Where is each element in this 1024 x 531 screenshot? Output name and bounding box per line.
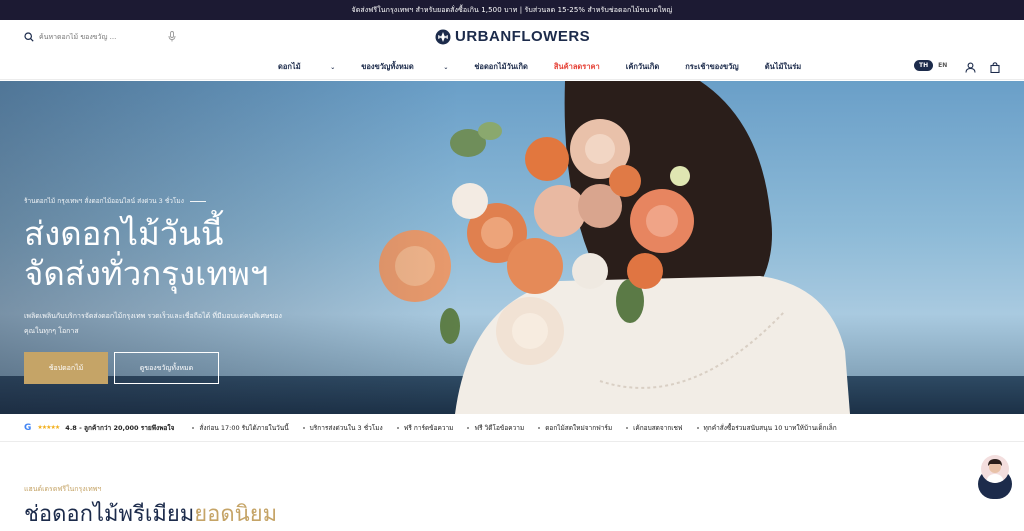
trust-feature: ฟรี วิดีโอข้อความ (467, 423, 524, 433)
trust-bar: G ★★★★★ 4.8 - ลูกค้ากว่า 20,000 รายพึงพอ… (0, 414, 1024, 442)
bullet-dot (467, 426, 470, 429)
logo-text: URBANFLOWERS (455, 28, 591, 45)
cart-icon[interactable] (990, 58, 1000, 77)
trust-feature: ดอกไม้สดใหม่จากฟาร์ม (538, 423, 612, 433)
announcement-text: จัดส่งฟรีในกรุงเทพฯ สำหรับยอดสั่งซื้อเกิ… (351, 5, 673, 14)
hero-description: เพลิดเพลินกับบริการจัดส่งดอกไม้กรุงเทพ ร… (24, 309, 284, 339)
hero-description-line-1: เพลิดเพลินกับบริการจัดส่งดอกไม้กรุงเทพ ร… (24, 312, 282, 320)
bullet-dot (396, 426, 399, 429)
chat-widget-button[interactable] (976, 455, 1014, 501)
subtitle-divider (189, 200, 206, 202)
hero-title: ส่งดอกไม้วันนี้ จัดส่งทั่วกรุงเทพฯ (24, 214, 268, 294)
search-input[interactable] (39, 33, 159, 41)
hero-subtitle: ร้านดอกไม้ กรุงเทพฯ สั่งดอกไม้ออนไลน์ ส่… (24, 196, 206, 206)
section-title-main: ช่อดอกไม้พรีเมียม (24, 502, 195, 527)
trust-feature-text: เค้กอบสดจากเชฟ (633, 423, 683, 432)
hero-subtitle-text: ร้านดอกไม้ กรุงเทพฯ สั่งดอกไม้ออนไลน์ ส่… (24, 197, 184, 205)
trust-feature-text: บริการส่งด่วนใน 3 ชั่วโมง (309, 423, 383, 432)
bullet-dot (302, 426, 305, 429)
nav-item-birthday-bouquets[interactable]: ช่อดอกไม้วันเกิด (474, 61, 528, 73)
google-icon: G (24, 423, 31, 433)
nav-item-all-gifts[interactable]: ของขวัญทั้งหมด ⌄ (361, 61, 448, 73)
bullet-dot (538, 426, 541, 429)
trust-feature: เค้กอบสดจากเชฟ (626, 423, 683, 433)
nav-item-indoor-plants[interactable]: ต้นไม้ในร่ม (765, 61, 801, 73)
google-letter: G (24, 422, 32, 433)
chevron-down-icon: ⌄ (443, 64, 449, 71)
trust-feature: บริการส่งด่วนใน 3 ชั่วโมง (302, 423, 383, 433)
nav-label: ดอกไม้ (278, 62, 301, 71)
support-agent-avatar (981, 455, 1009, 483)
search-icon[interactable] (24, 32, 34, 42)
trust-feature-text: ฟรี การ์ดข้อความ (403, 423, 454, 432)
section-title-accent: ยอดนิยม (194, 502, 278, 527)
trust-feature-text: ดอกไม้สดใหม่จากฟาร์ม (545, 423, 613, 432)
bullet-dot (626, 426, 629, 429)
rating-stars: ★★★★★ (37, 424, 60, 431)
trust-feature: สั่งก่อน 17:00 รับได้ภายในวันนี้ (192, 423, 289, 433)
section-eyebrow: แฮนด์เดรดฟรีในกรุงเทพฯ (24, 485, 102, 493)
bullet-dot (192, 426, 195, 429)
chevron-down-icon: ⌄ (330, 64, 336, 71)
trust-feature: ฟรี การ์ดข้อความ (396, 423, 454, 433)
hero-title-line-2: จัดส่งทั่วกรุงเทพฯ (24, 254, 269, 293)
rating-text: 4.8 - ลูกค้ากว่า 20,000 รายพึงพอใจ (65, 423, 175, 432)
nav-item-flowers[interactable]: ดอกไม้ ⌄ (278, 61, 335, 73)
hero-description-line-2: คุณในทุกๆ โอกาส (24, 327, 79, 335)
nav-item-birthday-cakes[interactable]: เค้กวันเกิด (626, 61, 659, 73)
logo[interactable]: URBANFLOWERS (434, 28, 590, 45)
nav-item-sale[interactable]: สินค้าลดราคา (554, 61, 600, 73)
lang-en-button[interactable]: EN (933, 60, 952, 71)
shop-flowers-button[interactable]: ช้อปดอกไม้ (24, 352, 108, 384)
main-nav: ดอกไม้ ⌄ ของขวัญทั้งหมด ⌄ ช่อดอกไม้วันเก… (0, 54, 1024, 80)
trust-feature-text: สั่งก่อน 17:00 รับได้ภายในวันนี้ (199, 423, 289, 432)
header: URBANFLOWERS (0, 20, 1024, 54)
hero-banner: ร้านดอกไม้ กรุงเทพฯ สั่งดอกไม้ออนไลน์ ส่… (0, 81, 1024, 414)
trust-feature: ทุกคำสั่งซื้อร่วมสนับสนุน 10 บาทให้บ้านเ… (696, 423, 837, 433)
section-title: ช่อดอกไม้พรีเมียมยอดนิยม (24, 496, 277, 531)
lotus-logo-icon (435, 29, 451, 44)
nav-item-gift-baskets[interactable]: กระเช้าของขวัญ (685, 61, 739, 73)
hero-title-line-1: ส่งดอกไม้วันนี้ (24, 214, 224, 253)
account-icon[interactable] (965, 58, 976, 77)
lang-th-button[interactable]: TH (914, 60, 934, 71)
trust-feature-text: ทุกคำสั่งซื้อร่วมสนับสนุน 10 บาทให้บ้านเ… (703, 423, 837, 432)
announcement-bar: จัดส่งฟรีในกรุงเทพฯ สำหรับยอดสั่งซื้อเกิ… (0, 0, 1024, 20)
language-switcher: TH EN (914, 60, 952, 71)
trust-feature-text: ฟรี วิดีโอข้อความ (474, 423, 525, 432)
search-bar[interactable] (24, 29, 176, 45)
nav-label: ของขวัญทั้งหมด (361, 62, 414, 71)
microphone-icon[interactable] (168, 31, 176, 42)
bullet-dot (696, 426, 699, 429)
view-all-gifts-button[interactable]: ดูของขวัญทั้งหมด (114, 352, 219, 384)
